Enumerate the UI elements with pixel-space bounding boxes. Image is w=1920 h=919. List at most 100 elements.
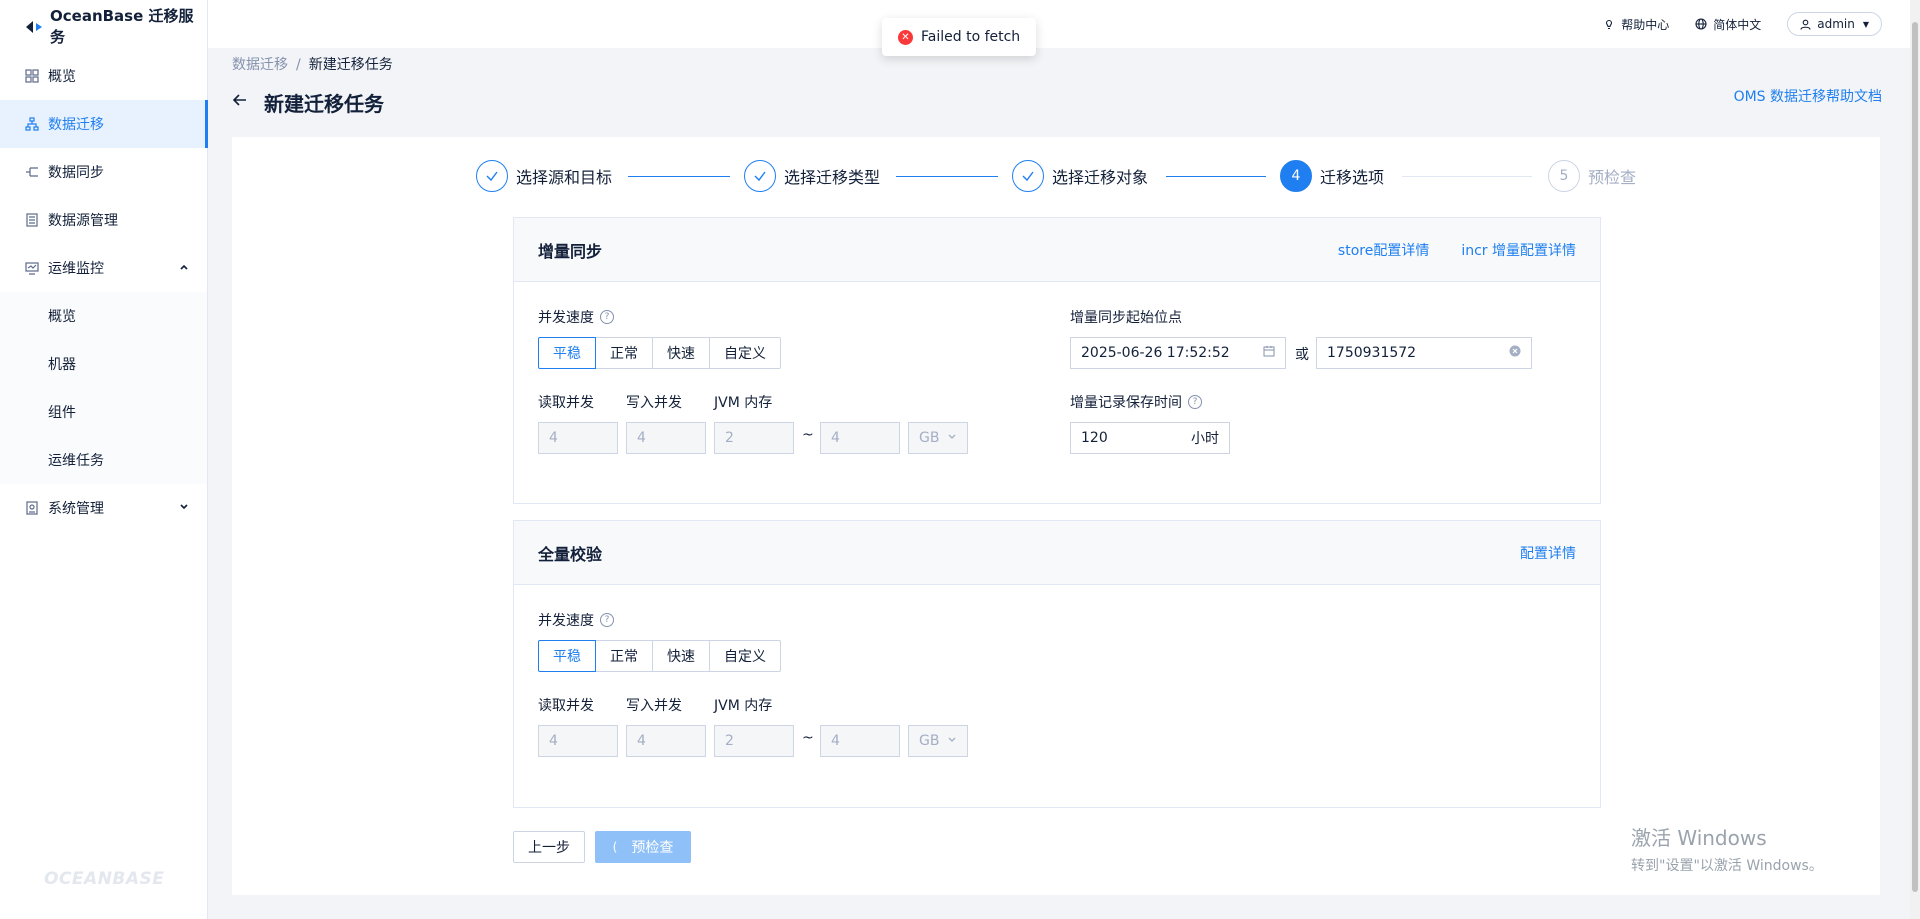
page-header: 新建迁移任务 [232,88,384,117]
system-icon [24,500,40,516]
label-text: 并发速度 [538,310,594,326]
speed-option-fast[interactable]: 快速 [652,640,710,672]
concurrency-speed-label: 并发速度 ? [538,307,614,327]
sidebar-item-label: 数据同步 [48,165,104,181]
jvm-max-input[interactable]: 4 [820,725,900,757]
watermark-line1: 激活 Windows [1631,826,1767,850]
user-menu-button[interactable]: admin ▼ [1787,12,1882,36]
step-label: 选择迁移对象 [1052,168,1149,187]
breadcrumb-parent[interactable]: 数据迁移 [232,57,288,73]
write-concurrency-input[interactable]: 4 [626,725,706,757]
section-header: 增量同步 store配置详情 incr 增量配置详情 [514,218,1600,282]
sidebar-item-ops-monitor[interactable]: 运维监控 [0,244,207,292]
toast-message: Failed to fetch [921,29,1021,45]
write-concurrency-input[interactable]: 4 [626,422,706,454]
step-connector [1166,176,1266,177]
back-arrow-icon[interactable] [232,92,248,113]
sidebar-item-system[interactable]: 系统管理 [0,484,207,532]
language-switch[interactable]: 简体中文 [1695,16,1761,33]
concurrency-speed-radio-group: 平稳 正常 快速 自定义 [538,337,781,369]
help-question-icon[interactable]: ? [600,310,614,324]
sidebar-item-overview[interactable]: 概览 [0,52,207,100]
step-label: 预检查 [1588,168,1637,187]
page-scrollbar[interactable] [1910,0,1920,919]
watermark-line2: 转到"设置"以激活 Windows。 [1631,858,1823,874]
speed-option-fast[interactable]: 快速 [652,337,710,369]
incr-config-link[interactable]: incr 增量配置详情 [1461,240,1576,260]
jvm-max-input[interactable]: 4 [820,422,900,454]
speed-option-stable[interactable]: 平稳 [538,640,596,672]
unit-value: GB [919,430,940,446]
windows-activation-watermark: 激活 Windows 转到"设置"以激活 Windows。 [1631,822,1823,875]
speed-option-normal[interactable]: 正常 [595,337,653,369]
unit-value: GB [919,733,940,749]
section-header: 全量校验 配置详情 [514,521,1600,585]
config-detail-link[interactable]: 配置详情 [1520,543,1576,563]
sidebar: OceanBase 迁移服务 概览 数据迁移 数据同步 数据源管理 运维监控 概… [0,0,208,919]
jvm-unit-select[interactable]: GB [908,725,968,757]
speed-option-stable[interactable]: 平稳 [538,337,596,369]
speed-option-custom[interactable]: 自定义 [709,640,781,672]
app-logo[interactable]: OceanBase 迁移服务 [0,0,207,52]
monitor-icon [24,260,40,276]
help-center-link[interactable]: 帮助中心 [1603,16,1669,33]
label-text: 并发速度 [538,613,594,629]
speed-option-normal[interactable]: 正常 [595,640,653,672]
oceanbase-watermark-logo: OCEANBASE [44,869,165,889]
page-title: 新建迁移任务 [264,92,384,116]
start-time-picker[interactable]: 2025-06-26 17:52:52 [1070,337,1286,369]
app-brand: OceanBase 迁移服务 [50,7,194,46]
write-concurrency-label: 写入并发 [626,395,682,411]
sidebar-item-data-sync[interactable]: 数据同步 [0,148,207,196]
user-icon [1800,19,1811,30]
breadcrumb: 数据迁移 / 新建迁移任务 [232,54,393,74]
retention-input[interactable]: 120 小时 [1070,422,1230,454]
lightbulb-icon [1603,18,1615,30]
sidebar-item-datasource[interactable]: 数据源管理 [0,196,207,244]
sidebar-subitem-machines[interactable]: 机器 [0,340,207,388]
sidebar-subitem-overview[interactable]: 概览 [0,292,207,340]
breadcrumb-current: 新建迁移任务 [308,57,393,73]
sidebar-item-label: 概览 [48,69,76,85]
step-number: 5 [1548,160,1580,192]
retention-value: 120 [1081,430,1108,446]
help-doc-link[interactable]: OMS 数据迁移帮助文档 [1734,86,1882,106]
step-number: 4 [1280,160,1312,192]
step-label: 迁移选项 [1320,168,1385,187]
step-select-migration-objects: 选择迁移对象 [1012,160,1148,192]
timestamp-input[interactable]: 1750931572 [1316,337,1532,369]
section-title: 增量同步 [538,241,603,261]
read-concurrency-input[interactable]: 4 [538,422,618,454]
retention-unit: 小时 [1191,431,1219,447]
sidebar-item-label: 数据源管理 [48,213,118,229]
sidebar-subitem-components[interactable]: 组件 [0,388,207,436]
sidebar-subitem-ops-tasks[interactable]: 运维任务 [0,436,207,484]
sidebar-item-data-migration[interactable]: 数据迁移 [0,100,208,148]
jvm-unit-select[interactable]: GB [908,422,968,454]
help-center-label: 帮助中心 [1621,17,1670,32]
help-question-icon[interactable]: ? [1188,395,1202,409]
oceanbase-logo-icon [24,16,44,36]
or-text: 或 [1295,347,1309,363]
precheck-button[interactable]: ( 预检查 [595,831,691,863]
error-toast: ✕ Failed to fetch [882,18,1037,56]
prev-step-button[interactable]: 上一步 [513,831,585,863]
scrollbar-thumb[interactable] [1912,22,1918,892]
step-select-migration-type: 选择迁移类型 [744,160,880,192]
read-concurrency-label: 读取并发 [538,698,594,714]
write-concurrency-label: 写入并发 [626,698,682,714]
chevron-up-icon [179,261,189,275]
jvm-min-input[interactable]: 2 [714,725,794,757]
top-bar: 帮助中心 简体中文 admin ▼ [208,0,1920,48]
store-config-link[interactable]: store配置详情 [1338,240,1429,260]
step-select-source-target: 选择源和目标 [476,160,612,192]
clear-icon[interactable] [1509,345,1521,361]
read-concurrency-input[interactable]: 4 [538,725,618,757]
jvm-min-input[interactable]: 2 [714,422,794,454]
speed-option-custom[interactable]: 自定义 [709,337,781,369]
ops-monitor-submenu: 概览 机器 组件 运维任务 [0,292,207,484]
step-connector [1402,176,1532,177]
step-migration-options: 4 迁移选项 [1280,160,1384,192]
help-question-icon[interactable]: ? [600,613,614,627]
language-label: 简体中文 [1713,17,1762,32]
